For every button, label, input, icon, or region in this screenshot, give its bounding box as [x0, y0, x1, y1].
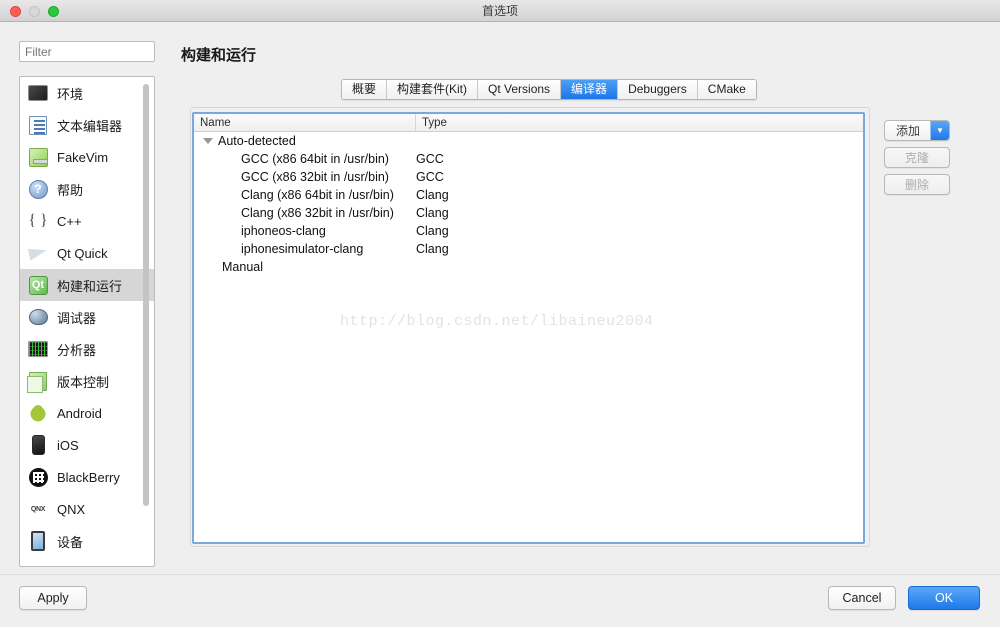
sidebar-item-version-control[interactable]: 版本控制	[20, 365, 154, 397]
cell-name-label: Auto-detected	[218, 134, 296, 148]
analyzer-icon	[27, 338, 49, 360]
ios-icon	[27, 434, 49, 456]
cancel-button[interactable]: Cancel	[828, 586, 896, 610]
add-compiler-button[interactable]: 添加 ▼	[884, 120, 950, 141]
watermark-text: http://blog.csdn.net/libaineu2004	[340, 313, 654, 330]
sidebar-item-devices[interactable]: 设备	[20, 525, 154, 557]
sidebar-item-qnx[interactable]: QNX QNX	[20, 493, 154, 525]
cell-type: Clang	[416, 242, 449, 256]
table-row[interactable]: iphoneos-clang Clang	[194, 222, 863, 240]
sidebar-item-label: Qt Quick	[57, 245, 108, 261]
tab-bar: 概要 构建套件(Kit) Qt Versions 编译器 Debuggers C…	[341, 79, 757, 100]
tab-qt-versions[interactable]: Qt Versions	[478, 80, 562, 99]
sidebar-item-label: 构建和运行	[57, 278, 123, 294]
page-title: 构建和运行	[181, 47, 257, 64]
sidebar-item-label: BlackBerry	[57, 469, 120, 485]
sidebar-item-environment[interactable]: 环境	[20, 77, 154, 109]
sidebar-item-debugger[interactable]: 调试器	[20, 301, 154, 333]
cell-type: GCC	[416, 170, 444, 184]
window-title: 首选项	[481, 4, 518, 18]
footer-divider	[0, 574, 1000, 575]
sidebar-item-ios[interactable]: iOS	[20, 429, 154, 461]
sidebar-item-label: 文本编辑器	[57, 118, 123, 134]
tab-compilers[interactable]: 编译器	[561, 80, 619, 99]
cell-name: iphoneos-clang	[241, 224, 326, 238]
cell-name: Auto-detected	[194, 134, 416, 148]
cell-name: Manual	[222, 260, 263, 274]
cell-type: Clang	[416, 206, 449, 220]
sidebar-item-build-and-run[interactable]: Qt 构建和运行	[20, 269, 154, 301]
qtquick-icon	[27, 242, 49, 264]
table-row[interactable]: Clang (x86 64bit in /usr/bin) Clang	[194, 186, 863, 204]
version-control-icon	[27, 370, 49, 393]
sidebar-item-label: 环境	[57, 86, 84, 102]
sidebar-item-fakevim[interactable]: FakeVim	[20, 141, 154, 173]
table-row[interactable]: Manual	[194, 258, 863, 276]
chevron-down-icon[interactable]: ▼	[930, 121, 949, 140]
qnx-icon: QNX	[30, 505, 46, 513]
column-header-type[interactable]: Type	[416, 114, 863, 131]
clone-compiler-button[interactable]: 克隆	[884, 147, 950, 168]
tab-cmake[interactable]: CMake	[697, 80, 756, 99]
sidebar-item-label: 调试器	[57, 310, 97, 326]
build-and-run-icon: Qt	[27, 274, 49, 296]
cell-type: GCC	[416, 152, 444, 166]
fakevim-icon	[27, 146, 49, 168]
cpp-icon: { }	[28, 212, 48, 229]
title-bar: 首选项	[0, 0, 1000, 22]
column-header-name[interactable]: Name	[194, 114, 416, 131]
sidebar-item-label: 版本控制	[57, 374, 110, 390]
cell-name: iphonesimulator-clang	[241, 242, 364, 256]
environment-icon	[27, 82, 49, 104]
cell-name: Clang (x86 64bit in /usr/bin)	[241, 188, 394, 202]
sidebar-item-label: 帮助	[57, 182, 84, 198]
debugger-icon	[27, 306, 49, 328]
table-header-row: Name Type	[194, 114, 863, 132]
sidebar-item-label: FakeVim	[57, 149, 109, 165]
cell-name: GCC (x86 64bit in /usr/bin)	[241, 152, 389, 166]
table-row[interactable]: iphonesimulator-clang Clang	[194, 240, 863, 258]
sidebar-item-qt-quick[interactable]: Qt Quick	[20, 237, 154, 269]
sidebar-item-label: QNX	[57, 501, 86, 517]
sidebar-scrollbar[interactable]	[143, 79, 152, 566]
preferences-window: 首选项 环境 文本编辑器 FakeVim ? 帮助 { } C++ Qt Qui…	[0, 0, 1000, 627]
sidebar-item-blackberry[interactable]: BlackBerry	[20, 461, 154, 493]
table-row[interactable]: Clang (x86 32bit in /usr/bin) Clang	[194, 204, 863, 222]
sidebar-item-text-editor[interactable]: 文本编辑器	[20, 109, 154, 141]
devices-icon	[27, 530, 49, 552]
sidebar-item-label: Android	[57, 405, 102, 421]
sidebar-item-analyzer[interactable]: 分析器	[20, 333, 154, 365]
help-icon: ?	[27, 178, 49, 200]
table-row[interactable]: GCC (x86 32bit in /usr/bin) GCC	[194, 168, 863, 186]
remove-compiler-button[interactable]: 删除	[884, 174, 950, 195]
tab-overview[interactable]: 概要	[342, 80, 388, 99]
tab-kits[interactable]: 构建套件(Kit)	[387, 80, 479, 99]
compiler-actions: 添加 ▼ 克隆 删除	[884, 120, 950, 201]
cell-type: Clang	[416, 224, 449, 238]
sidebar-item-label: iOS	[57, 437, 79, 453]
chevron-down-icon[interactable]	[203, 138, 213, 144]
blackberry-icon	[27, 466, 49, 488]
cell-type: Clang	[416, 188, 449, 202]
settings-category-list[interactable]: 环境 文本编辑器 FakeVim ? 帮助 { } C++ Qt Quick Q…	[19, 76, 155, 567]
apply-button[interactable]: Apply	[19, 586, 87, 610]
filter-input[interactable]	[19, 41, 155, 62]
cell-name: Clang (x86 32bit in /usr/bin)	[241, 206, 394, 220]
sidebar-item-label: C++	[57, 213, 82, 229]
sidebar-item-label: 设备	[57, 534, 84, 550]
add-button-label: 添加	[895, 124, 920, 138]
ok-button[interactable]: OK	[908, 586, 980, 610]
text-editor-icon	[27, 114, 49, 136]
table-row[interactable]: GCC (x86 64bit in /usr/bin) GCC	[194, 150, 863, 168]
tab-debuggers[interactable]: Debuggers	[618, 80, 698, 99]
table-row[interactable]: Auto-detected	[194, 132, 863, 150]
cell-name: GCC (x86 32bit in /usr/bin)	[241, 170, 389, 184]
sidebar-item-cpp[interactable]: { } C++	[20, 205, 154, 237]
sidebar-item-label: 分析器	[57, 342, 97, 358]
sidebar-scrollbar-thumb[interactable]	[143, 84, 149, 506]
android-icon	[27, 402, 49, 424]
sidebar-item-android[interactable]: Android	[20, 397, 154, 429]
sidebar-item-help[interactable]: ? 帮助	[20, 173, 154, 205]
